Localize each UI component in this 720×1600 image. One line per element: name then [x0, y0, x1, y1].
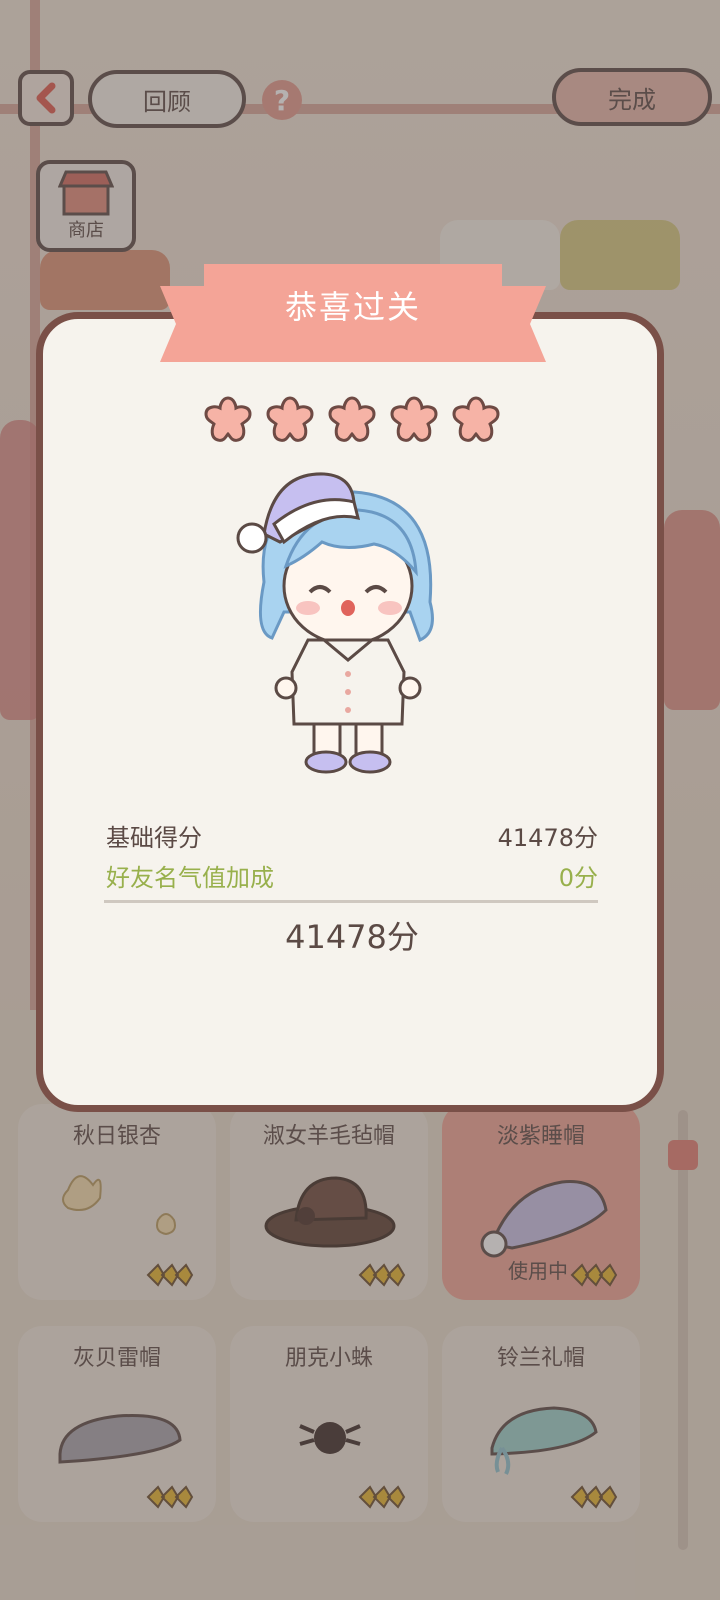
base-score-label: 基础得分 — [106, 824, 202, 852]
dialog-title: 恭喜过关 — [284, 288, 421, 326]
base-score-row: 基础得分 41478分 — [106, 818, 598, 853]
star-rating — [202, 394, 502, 454]
star-icon — [204, 396, 252, 442]
friend-bonus-row: 好友名气值加成 0分 — [106, 858, 598, 893]
star-icon — [452, 396, 500, 442]
friend-bonus-label: 好友名气值加成 — [106, 864, 274, 892]
star-icon — [266, 396, 314, 442]
character-avatar — [236, 472, 434, 774]
friend-bonus-value: 0分 — [558, 864, 598, 892]
total-score: 41478分 — [285, 918, 419, 956]
star-icon — [390, 396, 438, 442]
star-icon — [328, 396, 376, 442]
base-score-value: 41478分 — [497, 824, 598, 852]
score-divider — [104, 900, 598, 903]
